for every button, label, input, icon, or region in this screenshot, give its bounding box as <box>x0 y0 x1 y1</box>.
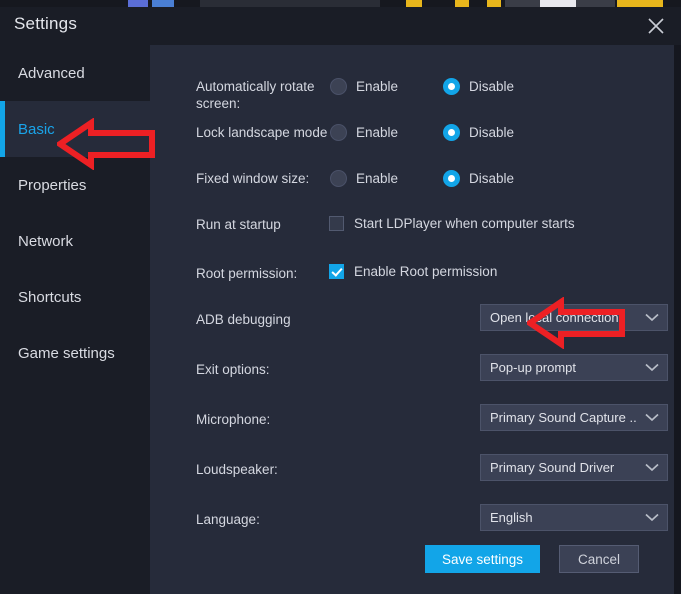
radio-icon <box>330 78 347 95</box>
radio-label: Enable <box>356 171 399 186</box>
sidebar-item-label: Shortcuts <box>18 288 82 306</box>
sidebar: Advanced Basic Properties Network Shortc… <box>0 45 150 594</box>
microphone-label: Microphone: <box>196 412 271 427</box>
bg-chip <box>128 0 148 7</box>
sidebar-item-properties[interactable]: Properties <box>0 157 150 213</box>
title-bar: Settings <box>0 7 681 45</box>
sidebar-item-shortcuts[interactable]: Shortcuts <box>0 269 150 325</box>
microphone-select[interactable]: Primary Sound Capture ... <box>480 404 668 431</box>
adb-debugging-select[interactable]: Open local connection <box>480 304 668 331</box>
loudspeaker-label: Loudspeaker: <box>196 462 278 477</box>
bg-chip <box>617 0 663 7</box>
run-at-startup-label: Run at startup <box>196 217 281 232</box>
checkbox-label: Enable Root permission <box>354 264 498 279</box>
radio-icon <box>330 170 347 187</box>
selection-accent-bar <box>0 101 5 157</box>
radio-label: Disable <box>469 79 515 94</box>
save-settings-label: Save settings <box>441 551 524 567</box>
chevron-down-icon <box>637 463 667 472</box>
auto-rotate-label: Automatically rotate screen: <box>196 79 315 111</box>
select-value: English <box>490 510 533 525</box>
fixed-window-disable-radio[interactable]: Disable <box>443 170 514 187</box>
exit-options-label: Exit options: <box>196 362 270 377</box>
bg-chip <box>540 0 576 7</box>
window-right-edge <box>674 45 681 594</box>
sidebar-item-network[interactable]: Network <box>0 213 150 269</box>
lock-landscape-label: Lock landscape mode <box>196 125 328 140</box>
radio-icon-selected <box>443 78 460 95</box>
settings-content-panel: Automatically rotate screen: Enable Disa… <box>150 45 674 594</box>
adb-debugging-label: ADB debugging <box>196 312 291 327</box>
bg-chip <box>455 0 469 7</box>
enable-root-permission-checkbox-group[interactable]: Enable Root permission <box>329 264 497 279</box>
radio-label: Enable <box>356 79 399 94</box>
close-button[interactable] <box>639 9 673 43</box>
bg-chip <box>200 0 380 7</box>
exit-options-select[interactable]: Pop-up prompt <box>480 354 668 381</box>
sidebar-item-label: Advanced <box>18 64 85 82</box>
save-settings-button[interactable]: Save settings <box>425 545 540 573</box>
sidebar-item-label: Game settings <box>18 344 115 362</box>
chevron-down-icon <box>637 513 667 522</box>
lock-landscape-enable-radio[interactable]: Enable <box>330 124 398 141</box>
select-value: Open local connection <box>490 310 619 325</box>
loudspeaker-select[interactable]: Primary Sound Driver <box>480 454 668 481</box>
auto-rotate-disable-radio[interactable]: Disable <box>443 78 514 95</box>
select-value: Primary Sound Capture ... <box>490 410 637 425</box>
radio-icon-selected <box>443 170 460 187</box>
settings-dialog: Settings Advanced Basic Properties Netwo… <box>0 0 681 594</box>
select-value: Pop-up prompt <box>490 360 576 375</box>
radio-label: Disable <box>469 171 515 186</box>
cancel-button[interactable]: Cancel <box>559 545 639 573</box>
radio-label: Disable <box>469 125 515 140</box>
checkbox-icon <box>329 216 344 231</box>
sidebar-item-label: Properties <box>18 176 87 194</box>
start-ldplayer-checkbox-group[interactable]: Start LDPlayer when computer starts <box>329 216 575 231</box>
sidebar-item-advanced[interactable]: Advanced <box>0 45 150 101</box>
root-permission-label: Root permission: <box>196 266 298 281</box>
fixed-window-enable-radio[interactable]: Enable <box>330 170 398 187</box>
checkbox-label: Start LDPlayer when computer starts <box>354 216 575 231</box>
chevron-down-icon <box>637 363 667 372</box>
language-label: Language: <box>196 512 260 527</box>
sidebar-item-label: Network <box>18 232 74 250</box>
language-select[interactable]: English <box>480 504 668 531</box>
bg-chip <box>487 0 501 7</box>
chevron-down-icon <box>637 313 667 322</box>
fixed-window-label: Fixed window size: <box>196 171 310 186</box>
radio-icon-selected <box>443 124 460 141</box>
chevron-down-icon <box>637 413 667 422</box>
bg-chip <box>406 0 422 7</box>
checkbox-icon-checked <box>329 264 344 279</box>
radio-label: Enable <box>356 125 399 140</box>
auto-rotate-enable-radio[interactable]: Enable <box>330 78 398 95</box>
sidebar-item-basic[interactable]: Basic <box>0 101 150 157</box>
window-title: Settings <box>14 14 78 33</box>
select-value: Primary Sound Driver <box>490 460 615 475</box>
radio-icon <box>330 124 347 141</box>
sidebar-item-game-settings[interactable]: Game settings <box>0 325 150 381</box>
bg-chip <box>152 0 174 7</box>
sidebar-item-label: Basic <box>18 120 55 138</box>
lock-landscape-disable-radio[interactable]: Disable <box>443 124 514 141</box>
close-icon <box>648 18 664 34</box>
background-app-strip <box>0 0 681 7</box>
cancel-label: Cancel <box>577 551 621 567</box>
